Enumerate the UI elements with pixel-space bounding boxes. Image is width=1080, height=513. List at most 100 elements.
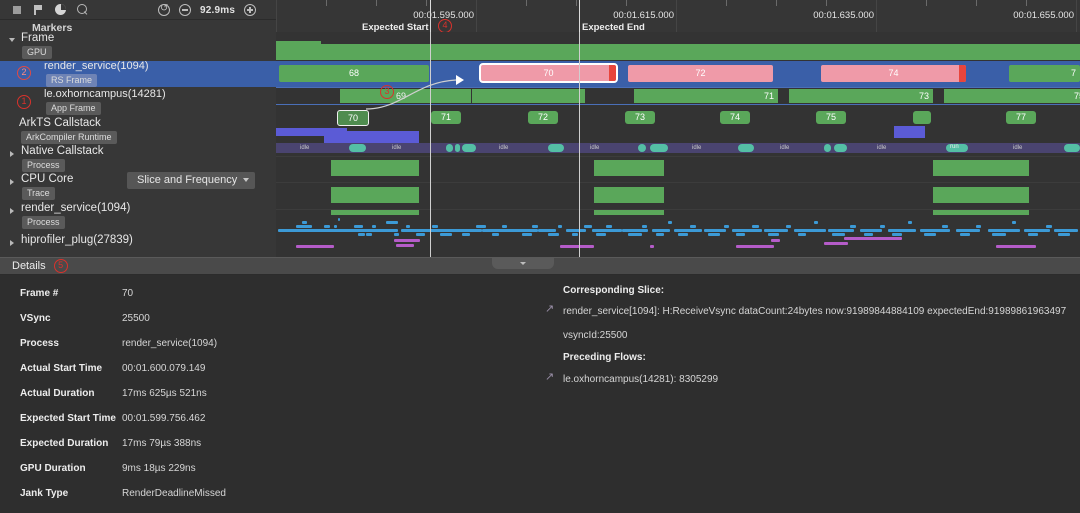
app-frame-chip-unlabeled[interactable] xyxy=(913,111,931,124)
native-callstack-slice[interactable] xyxy=(933,160,1029,176)
track-row-native-callstack[interactable]: Native Callstack Process xyxy=(0,145,276,172)
frame-sub-slice[interactable]: 73 xyxy=(789,89,933,103)
running-state-block[interactable] xyxy=(349,144,366,152)
running-state-block[interactable] xyxy=(638,144,646,152)
running-state-block[interactable]: run xyxy=(946,144,968,152)
expected-end-marker xyxy=(579,0,580,32)
running-state-block[interactable] xyxy=(462,144,476,152)
app-frame-chip[interactable]: 75 xyxy=(816,111,846,124)
idle-label: idle xyxy=(590,145,600,151)
native-callstack-slice[interactable] xyxy=(331,160,419,176)
running-state-block[interactable] xyxy=(738,144,754,152)
timeline-canvas[interactable]: 68 70 72 74 7 71 73 75 69 3 xyxy=(276,32,1080,257)
flow-link-icon[interactable]: ↗ xyxy=(545,370,554,383)
rs-frame-label: 72 xyxy=(695,68,706,78)
detail-value-jank-type: RenderDeadlineMissed xyxy=(122,488,226,499)
frame-sub-slice[interactable]: 75 xyxy=(944,89,1080,103)
chevron-down-icon[interactable] xyxy=(9,38,15,42)
rs-frame-row-divider xyxy=(276,87,1080,88)
cpu-core-slice[interactable] xyxy=(331,187,419,203)
frame-sub-slice[interactable] xyxy=(472,89,585,103)
track-row-hiprofiler-plug[interactable]: hiprofiler_plug(27839) xyxy=(0,234,276,256)
reload-icon[interactable] xyxy=(158,3,170,16)
rs-frame-jank-marker xyxy=(609,65,616,81)
pie-icon[interactable] xyxy=(54,3,67,16)
track-chip-process-native: Process xyxy=(22,159,65,172)
idle-label: idle xyxy=(692,145,702,151)
track-row-cpu-core[interactable]: CPU Core Trace Slice and Frequency xyxy=(0,172,276,200)
detail-value-actual-duration: 17ms 625µs 521ns xyxy=(122,388,207,399)
cpu-core-slice[interactable] xyxy=(933,187,1029,203)
chevron-right-icon[interactable] xyxy=(10,240,14,246)
arkcompiler-block[interactable] xyxy=(894,126,925,138)
track-title-frame: Frame xyxy=(21,32,55,44)
expected-start-cursor[interactable] xyxy=(430,32,431,257)
rs-frame-slice[interactable]: 68 xyxy=(279,65,429,82)
process-slice[interactable] xyxy=(933,210,1029,215)
app-frame-chip[interactable]: 73 xyxy=(625,111,655,124)
zoom-out-icon[interactable] xyxy=(179,4,191,16)
slice-and-frequency-dropdown[interactable]: Slice and Frequency xyxy=(127,172,256,189)
callout-badge-5: 5 xyxy=(53,259,68,273)
track-row-oxhorncampus-app-frame[interactable]: 1 le.oxhorncampus(14281) App Frame xyxy=(0,88,276,116)
app-frame-chip[interactable]: 72 xyxy=(528,111,558,124)
rs-frame-slice-selected[interactable]: 70 xyxy=(479,63,618,83)
chevron-right-icon[interactable] xyxy=(10,151,14,157)
rs-frame-slice[interactable]: 74 xyxy=(821,65,966,82)
track-row-render-service-process[interactable]: render_service(1094) Process xyxy=(0,202,276,229)
detail-label-vsync: VSync xyxy=(20,313,51,324)
track-header-column: Markers Frame GPU 2 render_service(1094)… xyxy=(0,20,276,257)
detail-value-gpu-duration: 9ms 18µs 229ns xyxy=(122,463,196,474)
process-slice[interactable] xyxy=(594,210,664,215)
running-state-block[interactable] xyxy=(455,144,460,152)
running-state-block[interactable] xyxy=(834,144,847,152)
search-icon[interactable] xyxy=(76,3,89,16)
track-title-arkts-callstack: ArkTS Callstack xyxy=(19,117,101,129)
track-row-arkts-callstack[interactable]: ArkTS Callstack ArkCompiler Runtime xyxy=(0,117,276,144)
running-state-block[interactable] xyxy=(1064,144,1080,152)
track-row-frame[interactable]: Frame GPU xyxy=(0,32,276,59)
track-title-render-service-process: render_service(1094) xyxy=(21,202,131,214)
stop-square-icon[interactable] xyxy=(10,3,23,16)
expected-start-marker xyxy=(430,0,431,32)
zoom-controls: 92.9ms xyxy=(158,0,257,20)
panel-resize-grip[interactable] xyxy=(492,258,554,269)
track-row-render-service-rs-frame[interactable]: 2 render_service(1094) RS Frame xyxy=(0,60,276,87)
app-frame-chip[interactable]: 77 xyxy=(1006,111,1036,124)
zoom-value: 92.9ms xyxy=(200,4,236,16)
rs-frame-slice[interactable]: 72 xyxy=(628,65,773,82)
chevron-right-icon[interactable] xyxy=(10,208,14,214)
running-state-block[interactable] xyxy=(548,144,564,152)
preceding-flows-line-1[interactable]: le.oxhorncampus(14281): 8305299 xyxy=(563,374,718,385)
native-callstack-slice[interactable] xyxy=(594,160,664,176)
frame-sub-slice[interactable]: 71 xyxy=(634,89,778,103)
track-chip-app-frame: App Frame xyxy=(46,102,101,115)
running-state-block[interactable] xyxy=(824,144,831,152)
corresponding-slice-line-1[interactable]: render_service[1094]: H:ReceiveVsync dat… xyxy=(563,306,1066,317)
flag-icon[interactable] xyxy=(32,3,45,16)
expected-end-cursor[interactable] xyxy=(579,32,580,257)
chevron-right-icon[interactable] xyxy=(10,179,14,185)
callout-badge-2: 2 xyxy=(17,66,31,80)
running-state-block[interactable] xyxy=(650,144,668,152)
gpu-bar[interactable] xyxy=(276,44,1080,60)
rs-frame-slice[interactable]: 7 xyxy=(1009,65,1080,82)
frame-sub-label: 75 xyxy=(1073,91,1080,101)
rs-frame-label-selected: 70 xyxy=(543,68,554,78)
running-state-block[interactable] xyxy=(446,144,453,152)
flow-link-icon[interactable]: ↗ xyxy=(545,302,554,315)
process-slice[interactable] xyxy=(331,210,419,215)
zoom-in-icon[interactable] xyxy=(244,4,257,16)
frame-sub-label: 73 xyxy=(918,91,929,101)
corresponding-slice-title: Corresponding Slice: xyxy=(563,285,665,296)
track-title-render-service: render_service(1094) xyxy=(44,60,149,72)
track-title-oxhorncampus: le.oxhorncampus(14281) xyxy=(44,88,166,100)
app-frame-chip[interactable]: 71 xyxy=(431,111,461,124)
app-frame-chip-selected[interactable]: 70 xyxy=(337,110,369,126)
detail-value-vsync: 25500 xyxy=(122,313,150,324)
details-body: Frame # 70 VSync 25500 Process render_se… xyxy=(0,275,1080,513)
cpu-core-slice[interactable] xyxy=(594,187,664,203)
callout-badge-4: 4 xyxy=(438,19,452,33)
timeline-ruler[interactable]: 00:01.595.000 00:01.615.000 00:01.635.00… xyxy=(276,0,1080,33)
app-frame-chip[interactable]: 74 xyxy=(720,111,750,124)
